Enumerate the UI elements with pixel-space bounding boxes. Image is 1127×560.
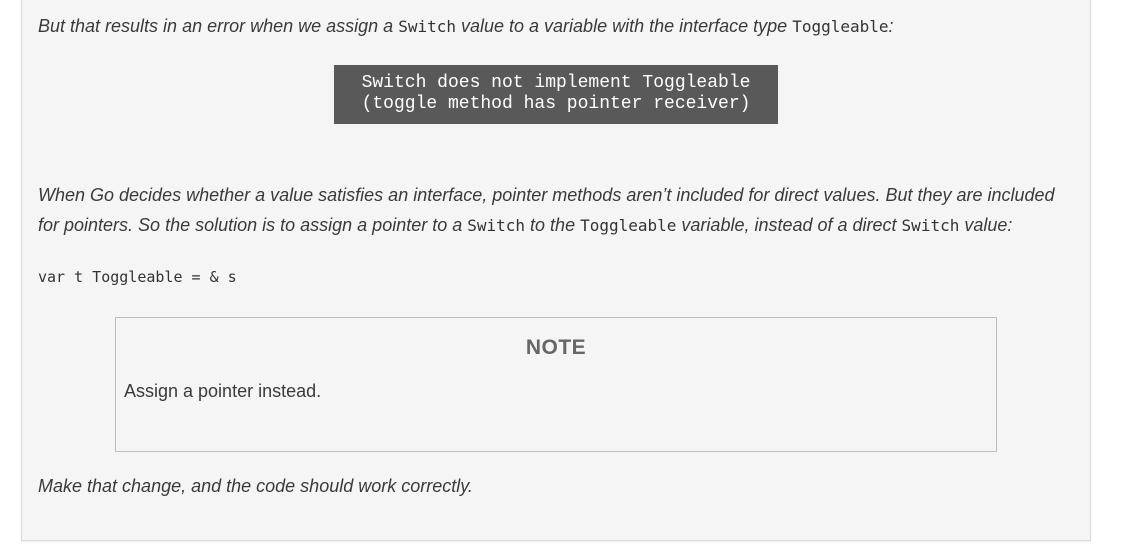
closing-paragraph: Make that change, and the code should wo… bbox=[38, 476, 473, 496]
document-page: But that results in an error when we ass… bbox=[21, 0, 1091, 541]
inline-code-toggleable: Toggleable bbox=[580, 216, 677, 235]
note-title: NOTE bbox=[525, 336, 587, 359]
inline-code-switch: Switch bbox=[398, 17, 456, 36]
inline-code-switch: Switch bbox=[467, 216, 526, 235]
explanation-text-2: to the bbox=[525, 215, 581, 235]
intro-text-3: : bbox=[888, 16, 894, 36]
error-message-box: Switch does not implement Toggleable (to… bbox=[334, 65, 778, 124]
intro-text-1: But that results in an error when we ass… bbox=[38, 16, 399, 36]
explanation-text-4: value: bbox=[959, 215, 1013, 235]
inline-code-toggleable: Toggleable bbox=[792, 17, 889, 36]
explanation-text-3: variable, instead of a direct bbox=[676, 215, 902, 235]
note-body: Assign a pointer instead. bbox=[124, 381, 322, 401]
inline-code-switch: Switch bbox=[901, 216, 960, 235]
error-line-2: (toggle method has pointer receiver) bbox=[361, 94, 751, 114]
explanation-text-1: for pointers. So the solution is to assi… bbox=[38, 215, 468, 235]
intro-paragraph: But that results in an error when we ass… bbox=[38, 11, 894, 42]
intro-text-2: value to a variable with the interface t… bbox=[455, 16, 793, 36]
note-box: NOTE Assign a pointer instead. bbox=[115, 317, 997, 452]
code-snippet: var t Toggleable = & s bbox=[38, 268, 237, 286]
explanation-paragraph: When Go decides whether a value satisfie… bbox=[38, 180, 1055, 241]
explanation-line-1: When Go decides whether a value satisfie… bbox=[38, 185, 1055, 205]
error-line-1: Switch does not implement Toggleable bbox=[361, 73, 751, 93]
